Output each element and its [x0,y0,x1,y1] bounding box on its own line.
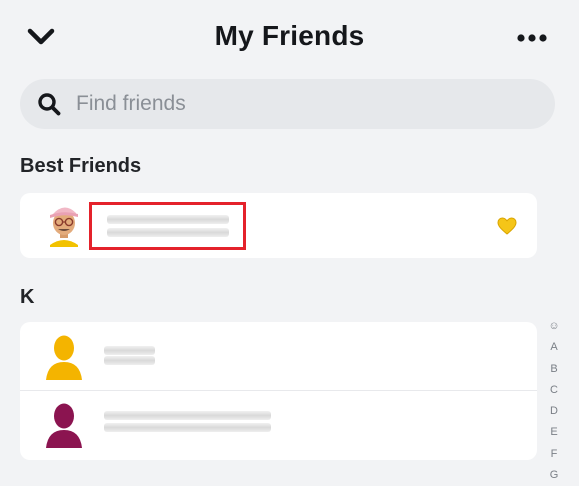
index-d[interactable]: D [544,401,564,422]
friend-name-redacted [104,411,271,420]
friends-list-k [20,322,537,460]
highlight-box [89,202,246,250]
search-input[interactable] [74,91,518,117]
search-icon [36,91,62,117]
bitmoji-avatar [50,207,78,247]
index-e[interactable]: E [544,422,564,443]
index-emoji[interactable]: ☺ [544,316,564,337]
index-g[interactable]: G [544,465,564,486]
default-avatar-icon [46,403,82,448]
page-title: My Friends [214,20,365,51]
header: My Friends [0,0,579,76]
friend-name-redacted [104,346,155,355]
list-item[interactable] [20,391,537,459]
section-header-best-friends: Best Friends [20,155,142,177]
search-bar[interactable] [20,79,555,129]
list-item[interactable] [20,322,537,391]
index-c[interactable]: C [544,380,564,401]
alphabet-index: ☺ A B C D E F G [544,316,564,486]
more-button[interactable] [514,28,550,48]
index-a[interactable]: A [544,337,564,358]
more-horizontal-icon [517,34,547,42]
default-avatar-icon [46,335,82,380]
friend-username-redacted [104,356,155,365]
gold-heart-icon [497,217,517,235]
index-b[interactable]: B [544,359,564,380]
friend-username-redacted [104,423,271,432]
section-header-k: K [20,286,35,308]
index-f[interactable]: F [544,444,564,465]
